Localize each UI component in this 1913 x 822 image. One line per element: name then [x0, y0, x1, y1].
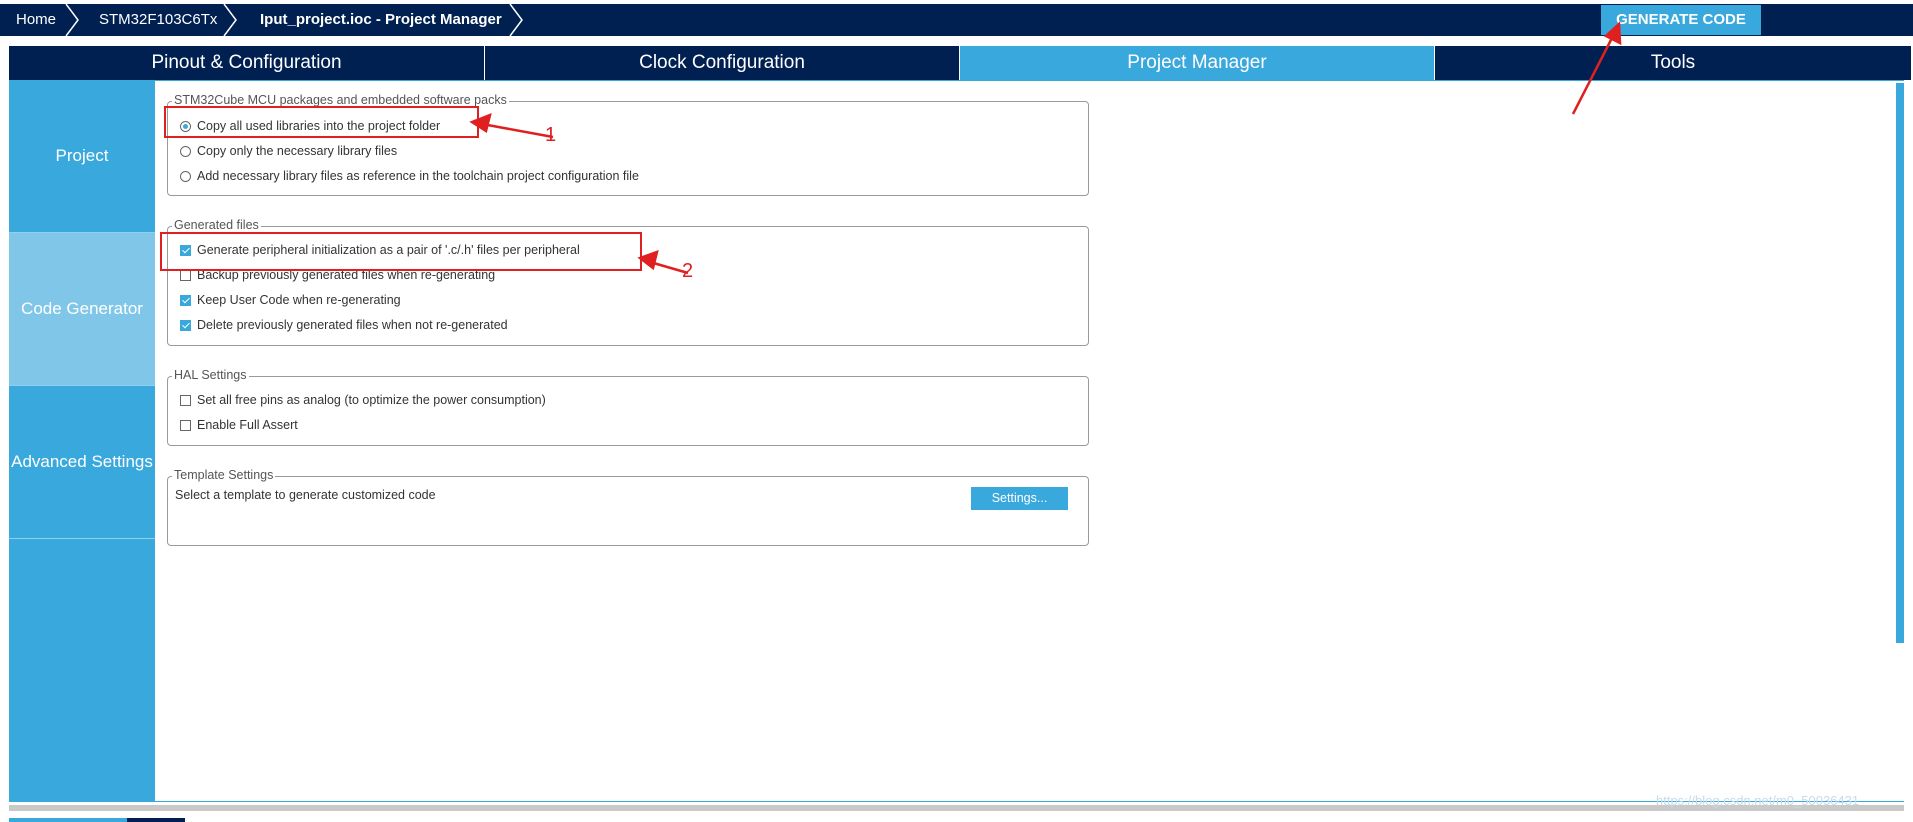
option-label: Copy only the necessary library files [197, 144, 398, 158]
option-label: Keep User Code when re-generating [197, 293, 401, 307]
group-title: Generated files [172, 218, 261, 232]
annotation-label-1: 1 [545, 124, 557, 146]
group-title: HAL Settings [172, 368, 249, 382]
radio-button[interactable] [180, 170, 191, 182]
sidebar-item-label: Code Generator [21, 299, 143, 318]
top-bar: Home STM32F103C6Tx Iput_project.ioc - Pr… [0, 0, 1913, 40]
annotation-label-2: 2 [682, 260, 694, 282]
bottom-tab-indicator [9, 818, 127, 822]
horizontal-scrollbar[interactable] [9, 805, 1904, 811]
group-title: Template Settings [172, 468, 276, 482]
checkbox[interactable] [180, 294, 191, 306]
option-delete-generated-files[interactable]: Delete previously generated files when n… [180, 315, 508, 335]
tab-pinout-configuration[interactable]: Pinout & Configuration [9, 46, 484, 80]
option-label: Enable Full Assert [197, 418, 298, 432]
sidebar-item-label: Project [55, 146, 109, 165]
sidebar-item-label: Advanced Settings [11, 452, 153, 471]
sidebar: Project Code Generator Advanced Settings [9, 80, 155, 802]
option-label: Add necessary library files as reference… [197, 169, 639, 183]
chevron-right-icon [509, 4, 523, 36]
vertical-scrollbar[interactable] [1896, 83, 1904, 643]
option-add-library-reference[interactable]: Add necessary library files as reference… [180, 166, 639, 186]
sidebar-item-code-generator[interactable]: Code Generator [9, 233, 155, 386]
breadcrumb-project[interactable]: Iput_project.ioc - Project Manager [260, 4, 502, 36]
chevron-right-icon [65, 4, 79, 36]
checkbox[interactable] [180, 319, 191, 331]
option-free-pins-analog[interactable]: Set all free pins as analog (to optimize… [180, 390, 546, 410]
breadcrumb-device[interactable]: STM32F103C6Tx [99, 4, 217, 36]
watermark: https://blog.csdn.net/m0_50036431 [1656, 793, 1860, 808]
generate-code-button[interactable]: GENERATE CODE [1601, 5, 1761, 35]
checkbox[interactable] [180, 269, 191, 281]
option-keep-user-code[interactable]: Keep User Code when re-generating [180, 290, 401, 310]
main-tabs: Pinout & Configuration Clock Configurati… [9, 46, 1911, 80]
tab-tools[interactable]: Tools [1435, 46, 1911, 80]
breadcrumb-home[interactable]: Home [16, 4, 56, 36]
tab-clock-configuration[interactable]: Clock Configuration [485, 46, 959, 80]
group-title: STM32Cube MCU packages and embedded soft… [172, 93, 509, 107]
option-copy-necessary-libraries[interactable]: Copy only the necessary library files [180, 141, 397, 161]
checkbox[interactable] [180, 394, 191, 406]
template-description: Select a template to generate customized… [175, 488, 436, 502]
checkbox[interactable] [180, 419, 191, 431]
radio-button[interactable] [180, 145, 191, 157]
chevron-right-icon [223, 4, 237, 36]
settings-button[interactable]: Settings... [971, 487, 1068, 510]
hal-settings-group: HAL Settings Set all free pins as analog… [167, 368, 1089, 446]
option-enable-full-assert[interactable]: Enable Full Assert [180, 415, 298, 435]
sidebar-item-project[interactable]: Project [9, 80, 155, 233]
option-label: Set all free pins as analog (to optimize… [197, 393, 546, 407]
template-settings-group: Template Settings Select a template to g… [167, 468, 1089, 546]
annotation-box-2 [160, 232, 642, 271]
option-label: Delete previously generated files when n… [197, 318, 508, 332]
annotation-box-1 [164, 106, 479, 138]
tab-project-manager[interactable]: Project Manager [960, 46, 1434, 80]
sidebar-item-advanced-settings[interactable]: Advanced Settings [9, 386, 155, 539]
bottom-tab-indicator [127, 818, 185, 822]
